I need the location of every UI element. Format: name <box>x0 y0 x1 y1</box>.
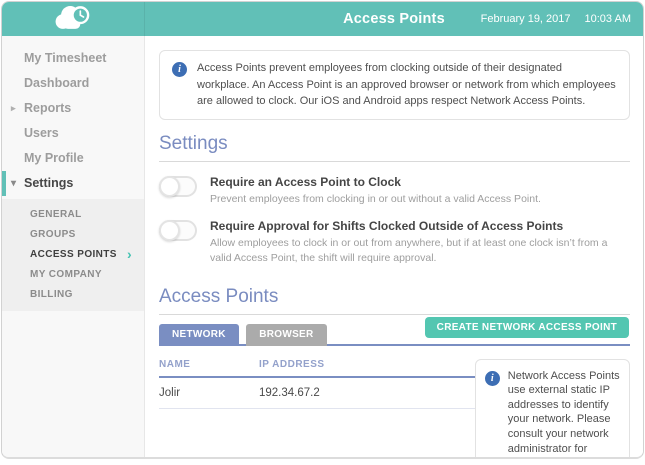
info-icon: i <box>484 370 500 386</box>
toggle-knob <box>159 220 180 242</box>
submenu-item-label: MY COMPANY <box>30 269 102 280</box>
cell-name: Jolir <box>159 386 181 399</box>
access-points-content-row: NAME IP ADDRESS Jolir 192.34.67.2 i Netw… <box>159 358 630 457</box>
sidebar-item-my-timesheet[interactable]: My Timesheet <box>2 46 144 71</box>
require-approval-toggle[interactable] <box>159 220 197 242</box>
submenu-item-label: ACCESS POINTS <box>30 249 117 260</box>
toggle-knob <box>159 175 180 197</box>
top-header-bar: Access Points February 19, 2017 10:03 AM <box>2 2 643 36</box>
toggle-texts: Require Approval for Shifts Clocked Outs… <box>210 219 630 265</box>
settings-section-heading: Settings <box>159 132 228 154</box>
table-header-row: NAME IP ADDRESS <box>159 359 475 378</box>
section-divider <box>159 313 630 315</box>
header-datetime: February 19, 2017 10:03 AM <box>481 2 631 36</box>
sidebar-item-users[interactable]: Users <box>2 121 144 146</box>
submenu-item-access-points[interactable]: ACCESS POINTS › <box>2 245 144 265</box>
sidebar-item-dashboard[interactable]: Dashboard <box>2 71 144 96</box>
chevron-right-icon: › <box>126 246 132 262</box>
toggle-description: Prevent employees from clocking in or ou… <box>210 192 541 205</box>
sidebar-item-settings[interactable]: ▾ Settings <box>2 171 144 196</box>
side-note-text: Network Access Points use external stati… <box>507 369 620 455</box>
active-indicator-bar <box>2 171 6 196</box>
collapse-arrow-icon: ▾ <box>11 178 17 189</box>
current-time: 10:03 AM <box>584 13 631 25</box>
toggle-texts: Require an Access Point to Clock Prevent… <box>210 175 541 207</box>
app-window: Access Points February 19, 2017 10:03 AM… <box>1 1 644 459</box>
settings-submenu: GENERAL GROUPS ACCESS POINTS › MY COMPAN… <box>2 199 144 311</box>
toggle-row-require-access-point: Require an Access Point to Clock Prevent… <box>159 175 630 207</box>
sidebar-nav: My Timesheet Dashboard ▸ Reports Users M… <box>2 36 144 311</box>
submenu-item-general[interactable]: GENERAL <box>2 205 144 225</box>
column-header-name: NAME <box>159 358 191 370</box>
sidebar: My Timesheet Dashboard ▸ Reports Users M… <box>2 36 145 457</box>
cell-ip-address: 192.34.67.2 <box>259 386 320 399</box>
submenu-item-groups[interactable]: GROUPS <box>2 225 144 245</box>
access-points-tabbar: NETWORK BROWSER CREATE NETWORK ACCESS PO… <box>159 316 630 346</box>
current-date: February 19, 2017 <box>480 13 571 25</box>
intro-note-text: Access Points prevent employees from clo… <box>197 62 616 107</box>
tab-browser[interactable]: BROWSER <box>246 323 327 346</box>
sidebar-item-label: Users <box>24 126 59 140</box>
require-access-point-toggle[interactable] <box>159 175 197 197</box>
toggle-row-require-approval: Require Approval for Shifts Clocked Outs… <box>159 219 630 265</box>
toggle-label: Require an Access Point to Clock <box>210 174 401 189</box>
info-icon: i <box>172 62 187 77</box>
sidebar-item-label: My Timesheet <box>24 51 107 65</box>
cloud-clock-logo-icon <box>51 3 95 36</box>
toggle-label: Require Approval for Shifts Clocked Outs… <box>210 219 564 234</box>
sidebar-item-label: Settings <box>24 176 74 190</box>
access-points-intro-callout: i Access Points prevent employees from c… <box>159 50 630 120</box>
tab-network[interactable]: NETWORK <box>159 323 239 346</box>
sidebar-item-label: Reports <box>24 101 72 115</box>
submenu-item-label: GENERAL <box>30 209 82 220</box>
network-access-points-side-note: i Network Access Points use external sta… <box>474 358 630 457</box>
submenu-item-billing[interactable]: BILLING <box>2 285 144 305</box>
column-header-ip-address: IP ADDRESS <box>259 358 325 370</box>
sidebar-item-reports[interactable]: ▸ Reports <box>2 96 144 121</box>
access-points-table: NAME IP ADDRESS Jolir 192.34.67.2 <box>159 359 475 409</box>
expand-arrow-icon: ▸ <box>11 103 16 113</box>
toggle-description: Allow employees to clock in or out from … <box>210 237 608 264</box>
sidebar-item-my-profile[interactable]: My Profile <box>2 146 144 171</box>
submenu-item-my-company[interactable]: MY COMPANY <box>2 265 144 285</box>
sidebar-item-label: My Profile <box>24 151 84 165</box>
table-row[interactable]: Jolir 192.34.67.2 <box>159 378 475 409</box>
section-divider <box>159 160 630 162</box>
access-points-section-heading: Access Points <box>159 285 279 307</box>
sidebar-item-label: Dashboard <box>24 76 90 90</box>
submenu-item-label: GROUPS <box>30 229 76 240</box>
main-content: i Access Points prevent employees from c… <box>146 36 643 457</box>
create-network-access-point-button[interactable]: CREATE NETWORK ACCESS POINT <box>424 316 629 338</box>
logo-zone[interactable] <box>2 2 145 36</box>
submenu-item-label: BILLING <box>30 289 73 300</box>
